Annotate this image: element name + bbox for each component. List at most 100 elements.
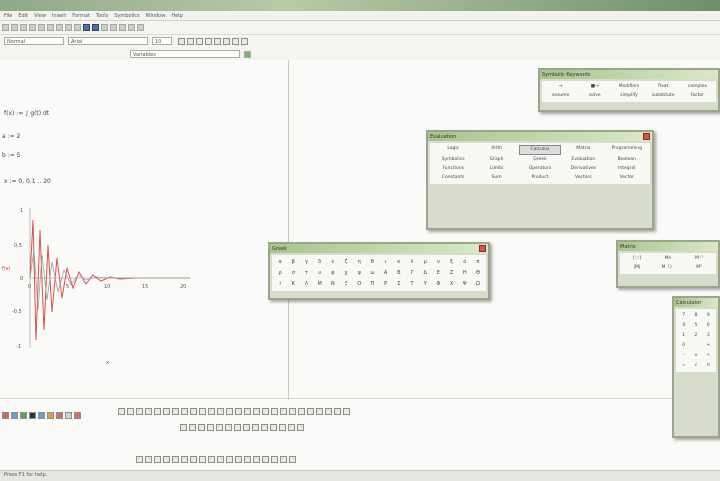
paste-icon[interactable] (56, 24, 63, 31)
greek-letter-button[interactable]: Τ (406, 279, 418, 289)
print-icon[interactable] (29, 24, 36, 31)
help-icon[interactable] (137, 24, 144, 31)
insert-graph-icon[interactable] (92, 24, 99, 31)
toolbar-button[interactable] (261, 424, 268, 431)
toolbar-button[interactable] (289, 456, 296, 463)
cut-icon[interactable] (38, 24, 45, 31)
toolbar-button[interactable] (253, 408, 260, 415)
calculator-button[interactable]: 2 (690, 331, 701, 340)
greek-letter-button[interactable]: Ψ (459, 279, 471, 289)
toolbar-button[interactable] (270, 424, 277, 431)
greek-letter-button[interactable]: χ (340, 268, 352, 278)
greek-letter-button[interactable]: Σ (393, 279, 405, 289)
italic-button[interactable] (187, 38, 194, 45)
calculator-button[interactable]: = (678, 361, 689, 370)
toolbar-button[interactable] (136, 408, 143, 415)
toolbar-button[interactable] (244, 456, 251, 463)
eval-button[interactable]: Evaluation (562, 156, 604, 164)
eval-button[interactable]: Operators (519, 165, 561, 173)
greek-letter-button[interactable]: Α (380, 268, 392, 278)
save-icon[interactable] (20, 24, 27, 31)
close-icon[interactable] (643, 133, 650, 140)
symbolic-key[interactable]: factor (681, 92, 714, 100)
menu-symbolics[interactable]: Symbolics (114, 13, 139, 19)
menu-help[interactable]: Help (171, 13, 182, 19)
greek-letter-button[interactable]: κ (393, 257, 405, 267)
eval-button[interactable]: Constants (432, 174, 474, 182)
toolbar-button[interactable] (208, 408, 215, 415)
calculate-icon[interactable] (119, 24, 126, 31)
matrix-button[interactable]: Mn (653, 255, 683, 263)
greek-letter-button[interactable]: ι (380, 257, 392, 267)
toolbar-button[interactable] (217, 408, 224, 415)
toolbar-button[interactable] (298, 408, 305, 415)
align-icon[interactable] (83, 24, 90, 31)
greek-letter-button[interactable]: ρ (274, 268, 286, 278)
toolbar-button[interactable] (217, 456, 224, 463)
greek-letter-button[interactable]: ζ (340, 257, 352, 267)
toolbar-button[interactable] (235, 408, 242, 415)
toolbar-button[interactable] (244, 408, 251, 415)
copy-icon[interactable] (47, 24, 54, 31)
greek-letter-button[interactable]: Γ (406, 268, 418, 278)
toolbar-button[interactable] (199, 408, 206, 415)
symbolic-key[interactable]: ■→ (578, 83, 611, 91)
toolbar-button[interactable] (253, 456, 260, 463)
calculus-toolbar-icon[interactable] (38, 412, 45, 419)
greek-letter-button[interactable]: π (472, 257, 484, 267)
matrix-button[interactable]: [:::] (622, 255, 652, 263)
toolbar-button[interactable] (280, 408, 287, 415)
calculator-button[interactable]: 3 (703, 331, 714, 340)
toolbar-button[interactable] (154, 408, 161, 415)
toolbar-button[interactable] (334, 408, 341, 415)
greek-toolbar-icon[interactable] (65, 412, 72, 419)
matrix-panel-title[interactable]: Matrix (618, 242, 718, 251)
open-icon[interactable] (11, 24, 18, 31)
symbolic-key[interactable]: → (544, 83, 577, 91)
bullets-button[interactable] (232, 38, 239, 45)
toolbar-button[interactable] (225, 424, 232, 431)
greek-panel-title[interactable]: Greek (270, 244, 488, 253)
greek-letter-button[interactable]: Π (366, 279, 378, 289)
calculator-button[interactable]: 8 (690, 311, 701, 320)
eval-button-selected[interactable]: Calculus (518, 145, 562, 155)
greek-letter-button[interactable]: ε (327, 257, 339, 267)
menu-view[interactable]: View (34, 13, 46, 19)
greek-letter-button[interactable]: γ (300, 257, 312, 267)
greek-letter-button[interactable]: υ (314, 268, 326, 278)
toolbar-button[interactable] (118, 408, 125, 415)
menu-window[interactable]: Window (146, 13, 166, 19)
toolbar-button[interactable] (172, 456, 179, 463)
greek-letter-button[interactable]: Β (393, 268, 405, 278)
symbolic-panel-title[interactable]: Symbolic Keywords (540, 70, 718, 79)
toolbar-button[interactable] (234, 424, 241, 431)
eval-button[interactable]: Derivatives (562, 165, 604, 173)
toolbar-button[interactable] (343, 408, 350, 415)
calculator-button[interactable]: + (703, 341, 714, 350)
eval-button[interactable]: Symbolics (432, 156, 474, 164)
graph-toolbar-icon[interactable] (11, 412, 18, 419)
toolbar-button[interactable] (235, 456, 242, 463)
toolbar-button[interactable] (271, 456, 278, 463)
toolbar-button[interactable] (199, 456, 206, 463)
eval-button[interactable]: Integral (606, 165, 648, 173)
greek-letter-button[interactable]: Ρ (380, 279, 392, 289)
bold-button[interactable] (178, 38, 185, 45)
greek-letter-button[interactable]: Χ (445, 279, 457, 289)
symbolic-key[interactable]: Modifiers (612, 83, 645, 91)
greek-letter-button[interactable]: ψ (353, 268, 365, 278)
calculator-button[interactable]: 6 (703, 321, 714, 330)
toolbar-button[interactable] (307, 408, 314, 415)
greek-letter-button[interactable]: Δ (419, 268, 431, 278)
toolbar-button[interactable] (163, 408, 170, 415)
greek-letter-button[interactable]: Ε (432, 268, 444, 278)
toolbar-button[interactable] (252, 424, 259, 431)
greek-letter-button[interactable]: ο (459, 257, 471, 267)
math-region-4[interactable]: x := 0, 0.1 .. 20 (4, 178, 51, 185)
calculator-button[interactable]: 4 (678, 321, 689, 330)
eval-button[interactable]: Limits (475, 165, 517, 173)
align-center-button[interactable] (214, 38, 221, 45)
math-region-1[interactable]: f(x) := ∫ g(t) dt (4, 110, 49, 117)
greek-letter-button[interactable]: Ι (274, 279, 286, 289)
style-select[interactable]: Normal (4, 37, 64, 45)
